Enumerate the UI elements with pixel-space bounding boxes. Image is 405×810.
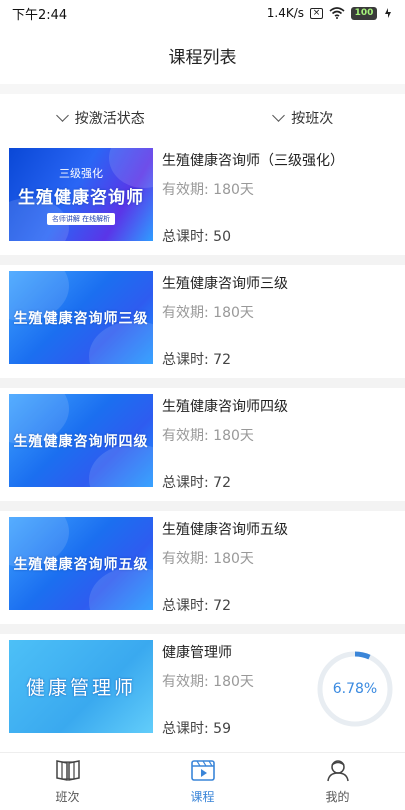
course-item[interactable]: 生殖健康咨询师五级 生殖健康咨询师五级 有效期: 180天 总课时: 72 (0, 511, 405, 624)
course-title: 生殖健康咨询师五级 (162, 522, 288, 538)
divider (0, 624, 405, 634)
course-title: 健康管理师 (162, 645, 232, 661)
course-thumbnail: 生殖健康咨询师三级 (9, 271, 153, 364)
course-thumbnail: 三级强化 生殖健康咨询师 名师讲解 在线解析 (9, 148, 153, 241)
course-item[interactable]: 三级强化 生殖健康咨询师 名师讲解 在线解析 生殖健康咨询师（三级强化） 有效期… (0, 142, 405, 255)
course-title: 生殖健康咨询师四级 (162, 399, 288, 415)
bottom-tab-bar: 班次 课程 我的 (0, 752, 405, 810)
filter-label: 按班次 (291, 111, 334, 127)
wifi-icon (329, 7, 345, 19)
course-thumbnail: 生殖健康咨询师五级 (9, 517, 153, 610)
book-icon (55, 758, 81, 785)
progress-label: 6.78% (332, 681, 378, 697)
tab-courses[interactable]: 课程 (135, 753, 270, 810)
tab-label: 我的 (325, 790, 350, 804)
course-hours: 总课时: 72 (162, 352, 231, 368)
battery-icon: 100 (351, 6, 377, 20)
course-validity: 有效期: 180天 (162, 551, 254, 567)
course-title: 生殖健康咨询师三级 (162, 276, 288, 292)
chevron-down-icon (55, 109, 69, 122)
user-icon (325, 758, 351, 785)
network-speed: 1.4K/s (266, 6, 304, 20)
page-header: 课程列表 (0, 26, 405, 84)
divider (0, 501, 405, 511)
course-validity: 有效期: 180天 (162, 182, 254, 198)
tab-label: 课程 (190, 790, 215, 804)
page-title: 课程列表 (168, 47, 237, 68)
tab-class[interactable]: 班次 (0, 753, 135, 810)
course-title: 生殖健康咨询师（三级强化） (162, 153, 344, 169)
chevron-down-icon (272, 109, 286, 122)
course-thumbnail: 生殖健康咨询师四级 (9, 394, 153, 487)
course-item[interactable]: 生殖健康咨询师四级 生殖健康咨询师四级 有效期: 180天 总课时: 72 (0, 388, 405, 501)
status-bar: 下午2:44 1.4K/s × 100 (0, 0, 405, 26)
course-hours: 总课时: 59 (162, 721, 231, 737)
filter-bar: 按激活状态 按班次 (0, 94, 405, 142)
divider (0, 255, 405, 265)
tab-label: 班次 (55, 790, 80, 804)
status-time: 下午2:44 (12, 7, 68, 23)
course-validity: 有效期: 180天 (162, 305, 254, 321)
filter-label: 按激活状态 (74, 111, 145, 127)
course-validity: 有效期: 180天 (162, 428, 254, 444)
status-icons: 1.4K/s × 100 (267, 6, 393, 20)
divider (0, 84, 405, 94)
course-item[interactable]: 生殖健康咨询师三级 生殖健康咨询师三级 有效期: 180天 总课时: 72 (0, 265, 405, 378)
charging-icon (383, 7, 393, 19)
thumbnail-title: 健康管理师 (25, 677, 136, 699)
course-thumbnail: 健康管理师 (9, 640, 153, 733)
course-hours: 总课时: 72 (162, 475, 231, 491)
filter-class[interactable]: 按班次 (203, 108, 405, 128)
course-hours: 总课时: 50 (162, 229, 231, 245)
divider (0, 378, 405, 388)
thumbnail-subtitle: 三级强化 (59, 166, 103, 180)
no-sim-icon: × (310, 7, 323, 19)
filter-activation-status[interactable]: 按激活状态 (0, 108, 203, 128)
video-icon (190, 758, 216, 785)
course-hours: 总课时: 72 (162, 598, 231, 614)
tab-profile[interactable]: 我的 (270, 753, 405, 810)
course-validity: 有效期: 180天 (162, 674, 254, 690)
progress-ring[interactable]: 6.78% (316, 650, 394, 728)
